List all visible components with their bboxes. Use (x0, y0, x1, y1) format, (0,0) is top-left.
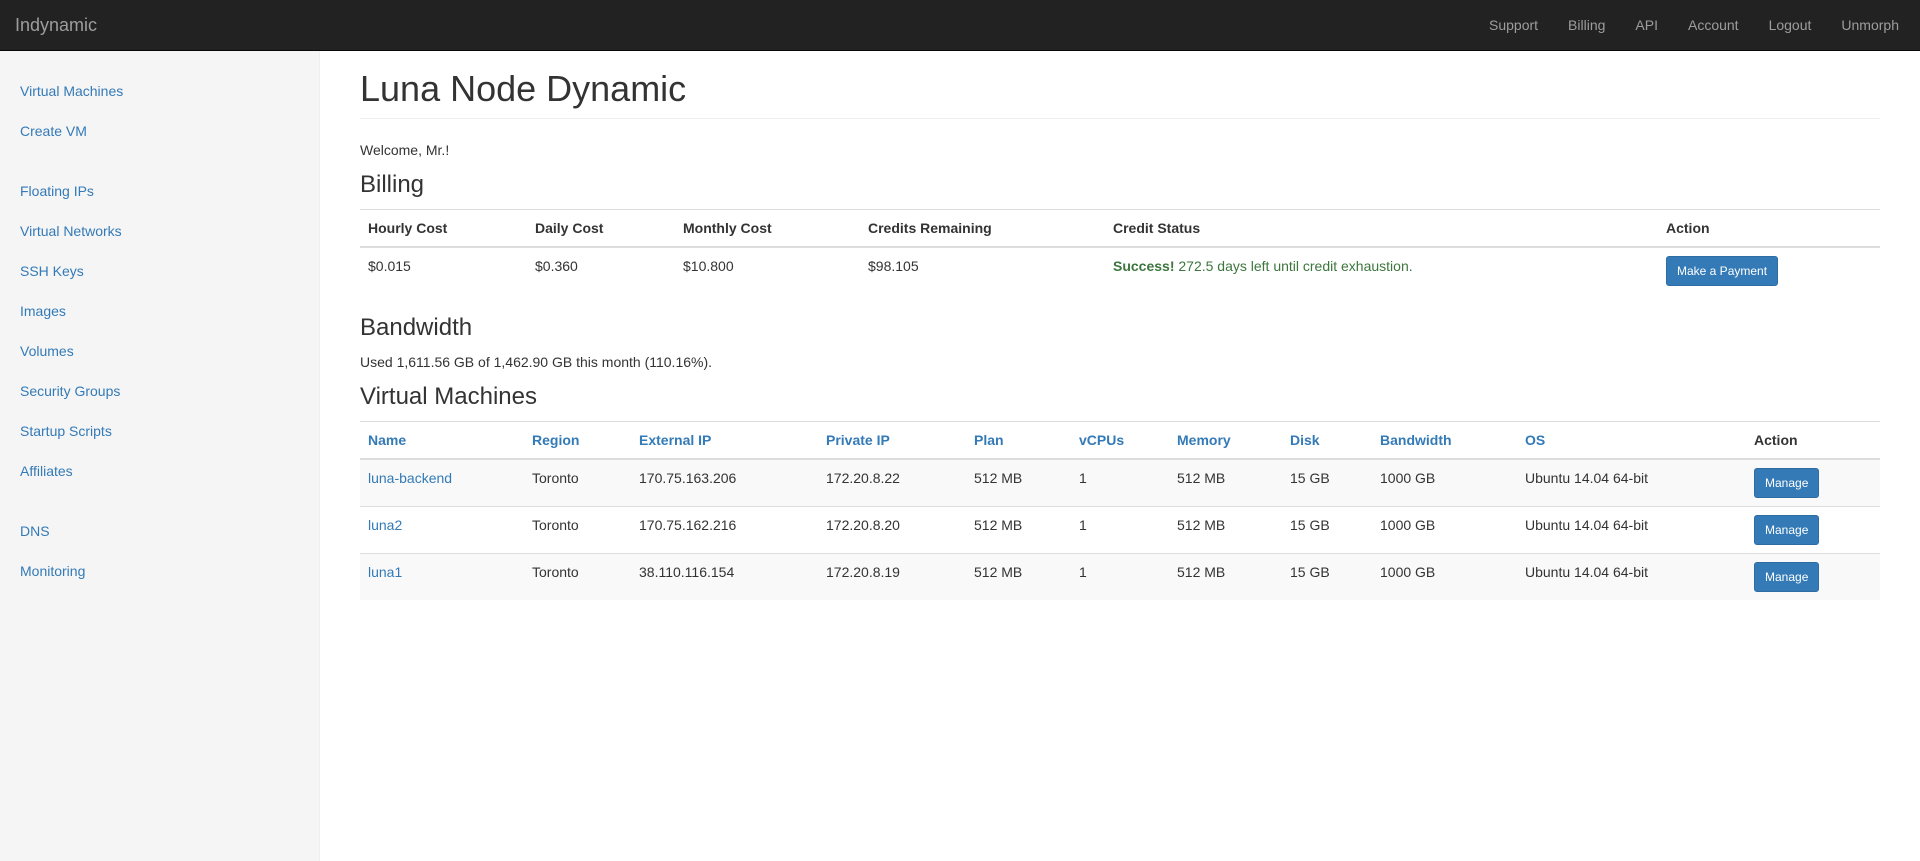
vm-bandwidth: 1000 GB (1372, 553, 1517, 600)
vm-region: Toronto (524, 458, 631, 507)
vm-vcpus: 1 (1071, 458, 1169, 507)
billing-col-daily: Daily Cost (527, 209, 675, 248)
billing-table: Hourly Cost Daily Cost Monthly Cost Cred… (360, 209, 1880, 294)
sidebar: Virtual Machines Create VM Floating IPs … (0, 51, 320, 861)
sidebar-item-security-groups[interactable]: Security Groups (0, 371, 319, 411)
bandwidth-heading: Bandwidth (360, 314, 473, 341)
sort-bandwidth-link[interactable]: Bandwidth (1380, 432, 1452, 448)
vm-memory: 512 MB (1169, 458, 1282, 507)
sidebar-item-virtual-networks[interactable]: Virtual Networks (0, 211, 319, 251)
sidebar-group-services: DNS Monitoring (0, 511, 319, 591)
vm-private-ip: 172.20.8.20 (818, 506, 966, 554)
main-content: Luna Node Dynamic Welcome, Mr.! Billing … (360, 51, 1880, 600)
nav-support-link[interactable]: Support (1474, 0, 1553, 50)
vm-bandwidth: 1000 GB (1372, 458, 1517, 507)
vm-disk: 15 GB (1282, 458, 1372, 507)
sidebar-item-floating-ips[interactable]: Floating IPs (0, 171, 319, 211)
vm-vcpus: 1 (1071, 553, 1169, 600)
billing-col-status: Credit Status (1105, 209, 1658, 248)
sidebar-item-ssh-keys[interactable]: SSH Keys (0, 251, 319, 291)
page-title: Luna Node Dynamic (360, 69, 1880, 119)
manage-button[interactable]: Manage (1754, 468, 1820, 498)
make-payment-button[interactable]: Make a Payment (1666, 256, 1779, 286)
sidebar-group-resources: Floating IPs Virtual Networks SSH Keys I… (0, 171, 319, 491)
table-row: luna-backend Toronto 170.75.163.206 172.… (360, 458, 1880, 507)
billing-action-cell: Make a Payment (1658, 246, 1880, 294)
credit-status: Success! 272.5 days left until credit ex… (1105, 246, 1658, 294)
sidebar-item-virtual-machines[interactable]: Virtual Machines (0, 71, 319, 111)
sidebar-item-affiliates[interactable]: Affiliates (0, 451, 319, 491)
sort-os-link[interactable]: OS (1525, 432, 1545, 448)
vm-external-ip: 170.75.162.216 (631, 506, 818, 554)
vm-private-ip: 172.20.8.19 (818, 553, 966, 600)
vm-name-link[interactable]: luna1 (368, 564, 402, 580)
vm-disk: 15 GB (1282, 506, 1372, 554)
vm-name-link[interactable]: luna2 (368, 517, 402, 533)
credits-remaining: $98.105 (860, 246, 1105, 294)
vm-external-ip: 38.110.116.154 (631, 553, 818, 600)
billing-row: $0.015 $0.360 $10.800 $98.105 Success! 2… (360, 246, 1880, 294)
nav-unmorph-link[interactable]: Unmorph (1826, 0, 1914, 50)
table-row: luna1 Toronto 38.110.116.154 172.20.8.19… (360, 553, 1880, 600)
vm-vcpus: 1 (1071, 506, 1169, 554)
billing-col-monthly: Monthly Cost (675, 209, 860, 248)
vms-col-action: Action (1746, 421, 1880, 460)
vm-bandwidth: 1000 GB (1372, 506, 1517, 554)
vm-os: Ubuntu 14.04 64-bit (1517, 553, 1746, 600)
vm-memory: 512 MB (1169, 506, 1282, 554)
vm-plan: 512 MB (966, 506, 1071, 554)
hourly-cost: $0.015 (360, 246, 527, 294)
vm-external-ip: 170.75.163.206 (631, 458, 818, 507)
sort-vcpus-link[interactable]: vCPUs (1079, 432, 1124, 448)
sidebar-item-images[interactable]: Images (0, 291, 319, 331)
vms-table: Name Region External IP Private IP Plan … (360, 421, 1880, 600)
billing-col-action: Action (1658, 209, 1880, 248)
vm-disk: 15 GB (1282, 553, 1372, 600)
vm-os: Ubuntu 14.04 64-bit (1517, 458, 1746, 507)
vms-heading: Virtual Machines (360, 383, 537, 410)
sort-memory-link[interactable]: Memory (1177, 432, 1231, 448)
nav-api-link[interactable]: API (1620, 0, 1673, 50)
vm-private-ip: 172.20.8.22 (818, 458, 966, 507)
nav-billing-link[interactable]: Billing (1553, 0, 1620, 50)
monthly-cost: $10.800 (675, 246, 860, 294)
billing-heading: Billing (360, 171, 425, 198)
sidebar-item-create-vm[interactable]: Create VM (0, 111, 319, 151)
sidebar-item-volumes[interactable]: Volumes (0, 331, 319, 371)
vm-region: Toronto (524, 553, 631, 600)
vm-plan: 512 MB (966, 553, 1071, 600)
vm-region: Toronto (524, 506, 631, 554)
sort-private-ip-link[interactable]: Private IP (826, 432, 890, 448)
brand-link[interactable]: Indynamic (15, 0, 97, 50)
daily-cost: $0.360 (527, 246, 675, 294)
sidebar-group-vms: Virtual Machines Create VM (0, 71, 319, 151)
sidebar-item-startup-scripts[interactable]: Startup Scripts (0, 411, 319, 451)
nav-logout-link[interactable]: Logout (1754, 0, 1827, 50)
vm-memory: 512 MB (1169, 553, 1282, 600)
sidebar-item-monitoring[interactable]: Monitoring (0, 551, 319, 591)
manage-button[interactable]: Manage (1754, 515, 1820, 545)
sort-external-ip-link[interactable]: External IP (639, 432, 711, 448)
top-navbar: Indynamic Support Billing API Account Lo… (0, 0, 1920, 51)
sidebar-item-dns[interactable]: DNS (0, 511, 319, 551)
manage-button[interactable]: Manage (1754, 562, 1820, 592)
sort-plan-link[interactable]: Plan (974, 432, 1004, 448)
credit-status-text: 272.5 days left until credit exhaustion. (1174, 258, 1413, 274)
sort-region-link[interactable]: Region (532, 432, 579, 448)
vm-os: Ubuntu 14.04 64-bit (1517, 506, 1746, 554)
nav-links: Support Billing API Account Logout Unmor… (1474, 0, 1914, 50)
vm-name-link[interactable]: luna-backend (368, 470, 452, 486)
sort-name-link[interactable]: Name (368, 432, 406, 448)
vm-plan: 512 MB (966, 458, 1071, 507)
billing-col-hourly: Hourly Cost (360, 209, 527, 248)
billing-col-credits: Credits Remaining (860, 209, 1105, 248)
table-row: luna2 Toronto 170.75.162.216 172.20.8.20… (360, 506, 1880, 554)
bandwidth-usage: Used 1,611.56 GB of 1,462.90 GB this mon… (360, 354, 713, 370)
nav-account-link[interactable]: Account (1673, 0, 1754, 50)
sort-disk-link[interactable]: Disk (1290, 432, 1320, 448)
welcome-message: Welcome, Mr.! (360, 142, 450, 158)
credit-status-strong: Success! (1113, 258, 1175, 274)
